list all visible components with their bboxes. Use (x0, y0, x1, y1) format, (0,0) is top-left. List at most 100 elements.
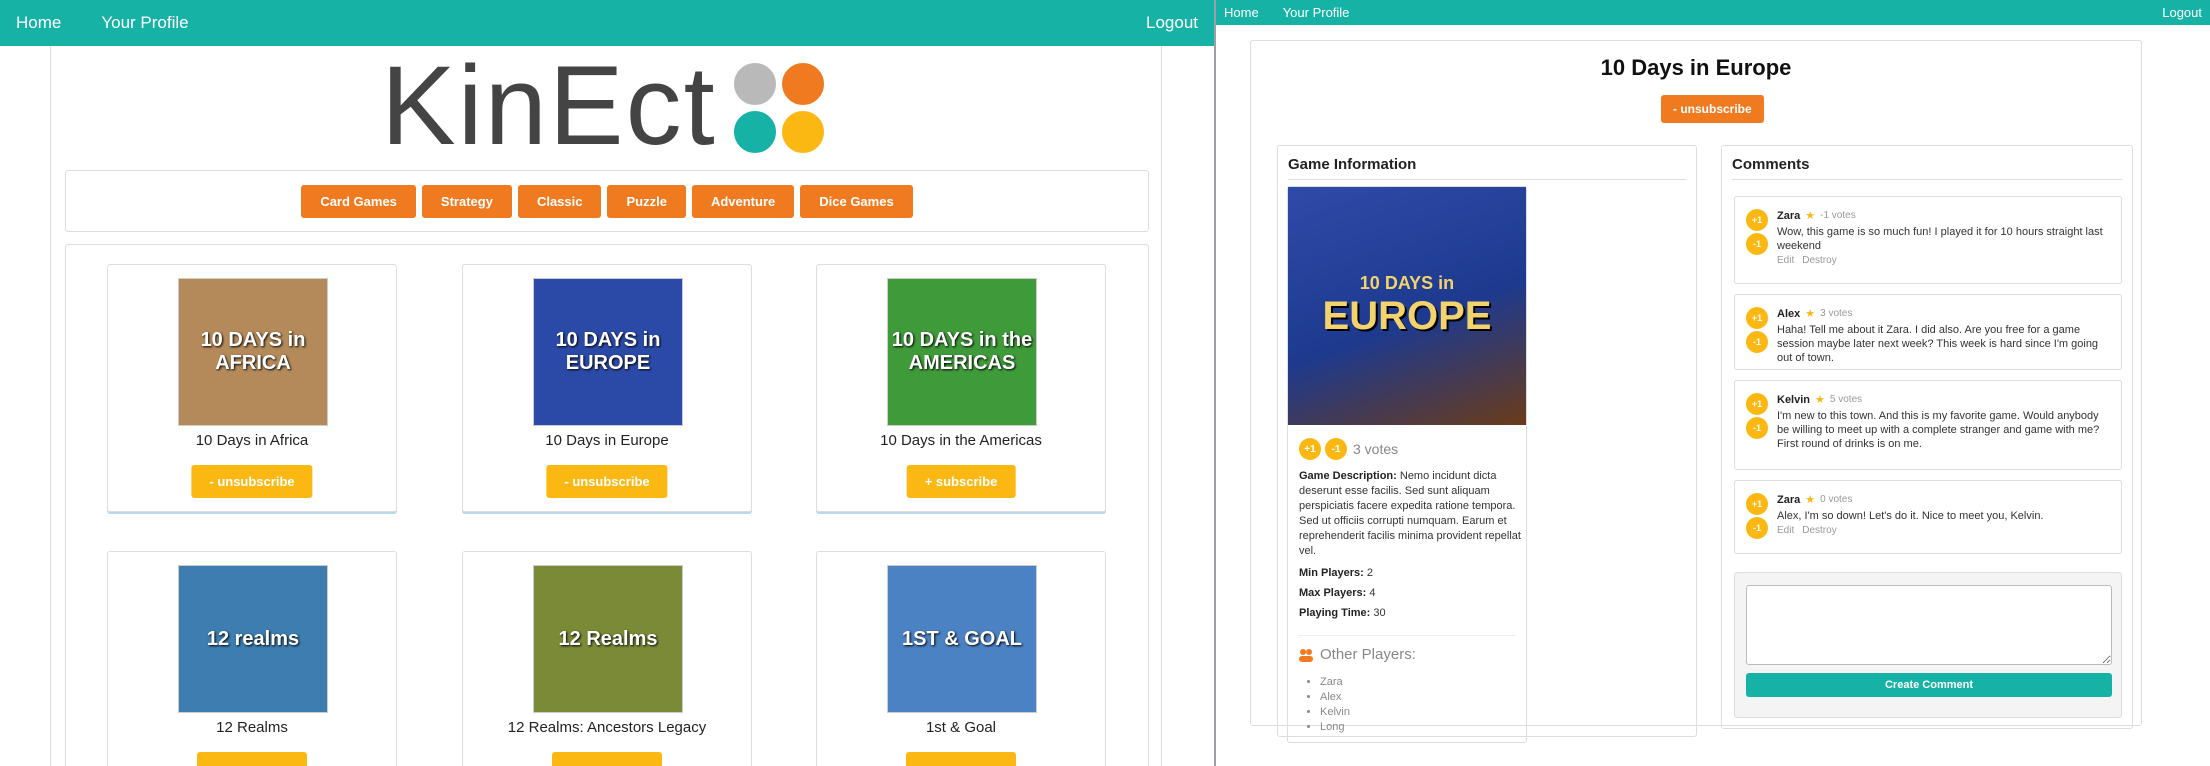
game-title[interactable]: 12 Realms (108, 719, 396, 736)
destroy-link[interactable]: Destroy (1802, 525, 1836, 536)
playing-time-value: 30 (1370, 607, 1386, 619)
game-card: 10 DAYS in the AMERICAS 10 Days in the A… (816, 264, 1106, 512)
other-players-label: Other Players: (1320, 646, 1416, 663)
edit-link[interactable]: Edit (1777, 255, 1794, 266)
game-cover-image[interactable]: 10 DAYS in AFRICA (178, 278, 328, 426)
comment-header: Alex ★ 3 votes (1777, 307, 1853, 321)
category-puzzle-button[interactable]: Puzzle (607, 184, 686, 218)
game-cover-image[interactable]: 12 Realms (533, 565, 683, 713)
max-players-label: Max Players: (1299, 587, 1367, 599)
comment-body: Haha! Tell me about it Zara. I did also.… (1777, 324, 2099, 364)
game-card: 12 realms 12 Realms (107, 551, 397, 766)
subscribe-button[interactable]: + subscribe (906, 465, 1016, 498)
game-cover-image[interactable]: 1ST & GOAL (887, 565, 1037, 713)
comment-downvote-button[interactable]: -1 (1746, 417, 1768, 439)
subscribe-button[interactable] (197, 752, 307, 766)
create-comment-button[interactable]: Create Comment (1746, 673, 2112, 697)
subscribe-button[interactable] (906, 752, 1016, 766)
edit-link[interactable]: Edit (1777, 525, 1794, 536)
downvote-button[interactable]: -1 (1325, 438, 1347, 460)
comment-votes: -1 votes (1820, 210, 1856, 221)
other-players-heading: Other Players: (1298, 635, 1516, 663)
max-players: Max Players: 4 (1299, 587, 1375, 599)
comment-vote-buttons: +1 -1 (1746, 307, 1768, 353)
comment-upvote-button[interactable]: +1 (1746, 307, 1768, 329)
kinect-logo[interactable]: KinEct (381, 43, 901, 168)
min-players: Min Players: 2 (1299, 567, 1373, 579)
comment-downvote-button[interactable]: -1 (1746, 233, 1768, 255)
nav-home-link[interactable]: Home (1224, 5, 1259, 20)
star-icon: ★ (1805, 308, 1816, 320)
page-title: 10 Days in Europe (1600, 55, 1792, 80)
unsubscribe-button[interactable]: - unsubscribe (546, 465, 668, 498)
game-information-panel: Game Information 10 DAYS in EUROPE +1 -1… (1277, 145, 1697, 743)
game-title[interactable]: 12 Realms: Ancestors Legacy (463, 719, 751, 736)
category-card-games-button[interactable]: Card Games (301, 184, 416, 218)
description-text: Nemo incidunt dicta deserunt esse facili… (1299, 470, 1521, 557)
comment-author: Alex (1777, 307, 1801, 320)
comment-actions: Edit Destroy (1777, 525, 1837, 536)
game-card: 10 DAYS in AFRICA 10 Days in Africa - un… (107, 264, 397, 512)
comment-vote-buttons: +1 -1 (1746, 493, 1768, 539)
list-item[interactable]: Zara (1320, 675, 1350, 690)
game-information-heading: Game Information (1288, 156, 1686, 180)
comment-downvote-button[interactable]: -1 (1746, 331, 1768, 353)
comment-upvote-button[interactable]: +1 (1746, 493, 1768, 515)
category-bar: Card Games Strategy Classic Puzzle Adven… (65, 170, 1149, 232)
game-card: 12 Realms 12 Realms: Ancestors Legacy (462, 551, 752, 766)
comment-upvote-button[interactable]: +1 (1746, 393, 1768, 415)
users-icon (1299, 648, 1313, 662)
destroy-link[interactable]: Destroy (1802, 255, 1836, 266)
comment-author: Kelvin (1777, 393, 1811, 406)
unsubscribe-button[interactable]: - unsubscribe (191, 465, 313, 498)
description-label: Game Description: (1299, 470, 1397, 482)
nav-logout-link[interactable]: Logout (1146, 13, 1198, 33)
nav-home-link[interactable]: Home (16, 13, 61, 33)
comment-votes: 3 votes (1820, 308, 1853, 319)
list-item[interactable]: Alex (1320, 690, 1350, 705)
category-classic-button[interactable]: Classic (517, 184, 602, 218)
comment-author: Zara (1777, 209, 1801, 222)
comment-item: +1 -1 Zara ★ 0 votes Alex, I'm so down! … (1734, 480, 2122, 554)
list-item[interactable]: Kelvin (1320, 705, 1350, 720)
category-adventure-button[interactable]: Adventure (691, 184, 795, 218)
game-vote-row: +1 -1 3 votes (1299, 438, 1398, 460)
comment-votes: 0 votes (1820, 494, 1853, 505)
comment-body: Wow, this game is so much fun! I played … (1777, 226, 2103, 252)
unsubscribe-button[interactable]: - unsubscribe (1661, 95, 1764, 123)
game-title[interactable]: 10 Days in Europe (463, 432, 751, 449)
logo-text: KinEct (381, 43, 717, 168)
game-description: Game Description: Nemo incidunt dicta de… (1299, 469, 1521, 559)
comment-upvote-button[interactable]: +1 (1746, 209, 1768, 231)
game-cover-image[interactable]: 12 realms (178, 565, 328, 713)
main-container: KinEct Card Games Strategy Classic Puzzl… (50, 46, 1162, 766)
comment-composer: Create Comment (1734, 572, 2122, 718)
comment-textarea[interactable] (1746, 585, 2112, 665)
comment-item: +1 -1 Alex ★ 3 votes Haha! Tell me about… (1734, 294, 2122, 370)
game-cover-image[interactable]: 10 DAYS in the AMERICAS (887, 278, 1037, 426)
game-card: 1ST & GOAL 1st & Goal (816, 551, 1106, 766)
left-browser-window: Home Your Profile Logout KinEct Card Gam… (0, 0, 1214, 766)
comment-vote-buttons: +1 -1 (1746, 393, 1768, 439)
subscribe-button[interactable] (552, 752, 662, 766)
nav-profile-link[interactable]: Your Profile (101, 13, 188, 33)
list-item[interactable]: Long (1320, 720, 1350, 735)
comment-header: Zara ★ -1 votes (1777, 209, 1856, 223)
comment-downvote-button[interactable]: -1 (1746, 517, 1768, 539)
cover-text-line2: EUROPE (1322, 294, 1492, 338)
top-nav: Home Your Profile Logout (0, 0, 1214, 46)
comment-actions: Edit Destroy (1777, 255, 1837, 266)
star-icon: ★ (1815, 394, 1825, 406)
game-title[interactable]: 1st & Goal (817, 719, 1105, 736)
game-cover-image[interactable]: 10 DAYS in EUROPE (533, 278, 683, 426)
nav-profile-link[interactable]: Your Profile (1283, 5, 1350, 20)
category-dice-games-button[interactable]: Dice Games (800, 184, 913, 218)
comment-body: Alex, I'm so down! Let's do it. Nice to … (1777, 510, 2044, 522)
comment-body: I'm new to this town. And this is my fav… (1777, 410, 2100, 450)
vote-count: 3 votes (1353, 441, 1399, 457)
nav-logout-link[interactable]: Logout (2162, 5, 2202, 20)
upvote-button[interactable]: +1 (1299, 438, 1321, 460)
game-title[interactable]: 10 Days in Africa (108, 432, 396, 449)
category-strategy-button[interactable]: Strategy (421, 184, 512, 218)
game-title[interactable]: 10 Days in the Americas (817, 432, 1105, 449)
